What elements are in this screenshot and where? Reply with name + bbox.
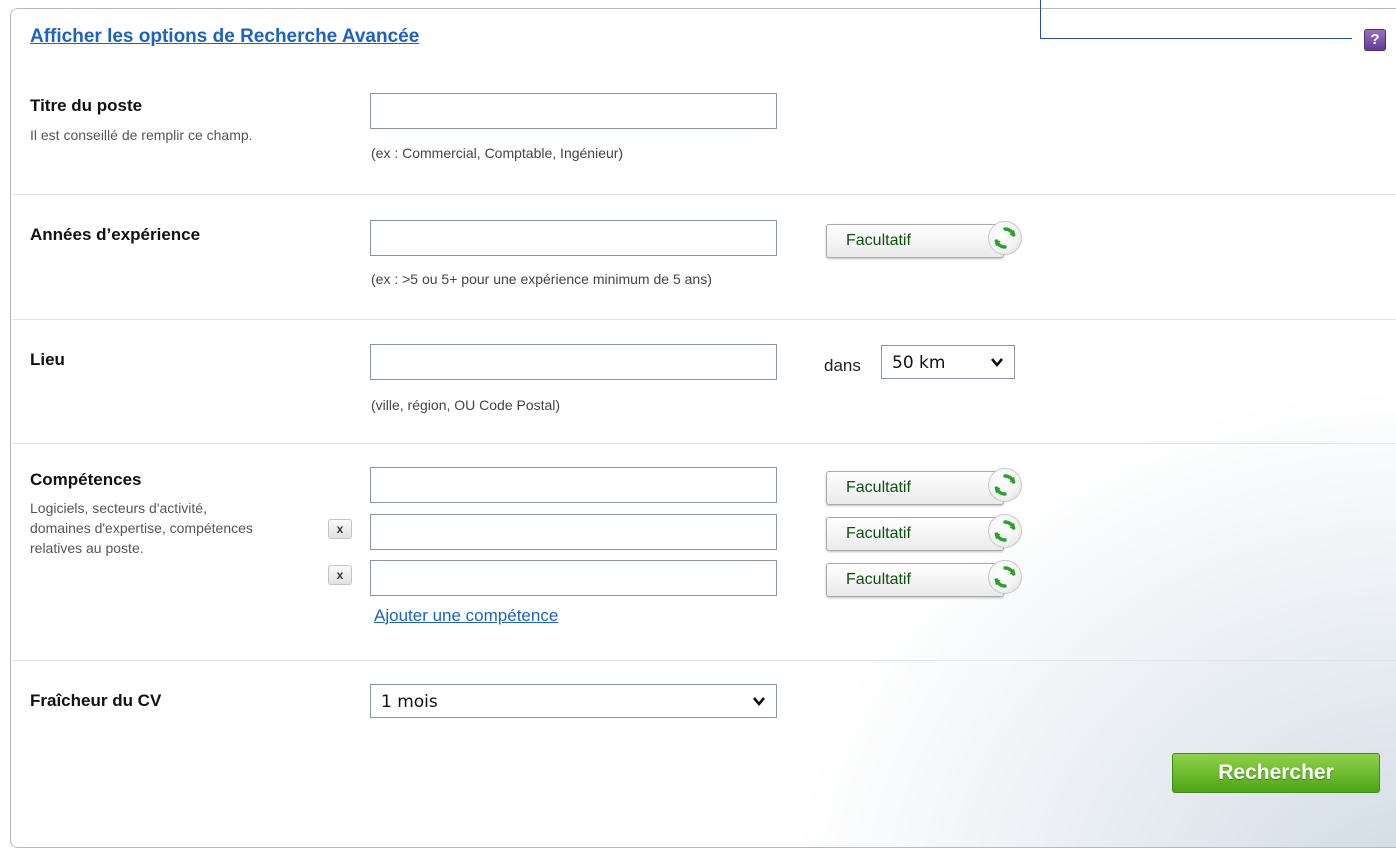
job-title-input[interactable] — [370, 93, 777, 129]
connector-line — [1040, 0, 1041, 38]
experience-optional-toggle[interactable]: Facultatif — [826, 224, 1004, 258]
skill-input-2[interactable] — [370, 514, 777, 550]
divider — [12, 443, 1396, 444]
radius-select[interactable]: 50 km — [881, 345, 1015, 379]
location-hint: (ville, région, OU Code Postal) — [371, 397, 561, 413]
freshness-label: Fraîcheur du CV — [30, 691, 162, 710]
refresh-arrows-icon[interactable] — [988, 221, 1022, 255]
location-label: Lieu — [30, 350, 65, 369]
experience-input[interactable] — [370, 220, 777, 256]
radius-prefix-label: dans — [824, 356, 861, 375]
experience-hint: (ex : >5 ou 5+ pour une expérience minim… — [371, 271, 712, 287]
search-button[interactable]: Rechercher — [1172, 753, 1380, 793]
job-title-label: Titre du poste — [30, 96, 143, 115]
radius-select-value: 50 km — [892, 353, 946, 373]
skill-input-3[interactable] — [370, 560, 777, 596]
chevron-down-icon — [752, 693, 766, 713]
optional-label: Facultatif — [846, 525, 911, 542]
remove-skill-button[interactable]: x — [328, 565, 352, 585]
freshness-select-value: 1 mois — [381, 692, 438, 712]
freshness-select[interactable]: 1 mois — [370, 684, 777, 718]
divider — [12, 194, 1396, 195]
chevron-down-icon — [990, 354, 1004, 374]
job-title-sublabel: Il est conseillé de remplir ce champ. — [30, 127, 253, 143]
close-icon: x — [336, 568, 344, 582]
job-title-hint: (ex : Commercial, Comptable, Ingénieur) — [371, 145, 624, 161]
location-input[interactable] — [370, 344, 777, 380]
divider — [12, 319, 1396, 320]
divider — [12, 660, 1396, 661]
skills-label: Compétences — [30, 470, 142, 489]
add-skill-link[interactable]: Ajouter une compétence — [374, 606, 558, 626]
skill-2-optional-toggle[interactable]: Facultatif — [826, 517, 1004, 551]
skill-1-optional-toggle[interactable]: Facultatif — [826, 471, 1004, 505]
skill-input-1[interactable] — [370, 467, 777, 503]
help-icon[interactable]: ? — [1364, 29, 1386, 51]
skills-sublabel: Logiciels, secteurs d'activité, domaines… — [30, 500, 253, 556]
advanced-search-link[interactable]: Afficher les options de Recherche Avancé… — [30, 26, 419, 48]
refresh-arrows-icon[interactable] — [988, 514, 1022, 548]
optional-label: Facultatif — [846, 479, 911, 496]
optional-label: Facultatif — [846, 232, 911, 249]
remove-skill-button[interactable]: x — [328, 519, 352, 539]
refresh-arrows-icon[interactable] — [988, 560, 1022, 594]
connector-line — [1040, 38, 1352, 39]
skill-3-optional-toggle[interactable]: Facultatif — [826, 563, 1004, 597]
optional-label: Facultatif — [846, 571, 911, 588]
refresh-arrows-icon[interactable] — [988, 468, 1022, 502]
close-icon: x — [336, 522, 344, 536]
experience-label: Années d’expérience — [30, 225, 201, 244]
